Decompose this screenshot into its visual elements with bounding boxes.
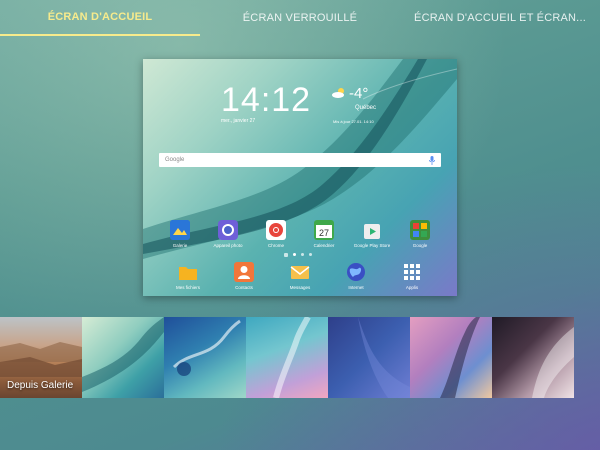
google-search-bar[interactable]: Google: [159, 153, 441, 167]
mic-icon[interactable]: [429, 155, 435, 165]
app-label: Contacts: [235, 285, 253, 290]
weather-city: Québec: [355, 105, 377, 111]
app-label: Galerie: [172, 243, 188, 248]
google-logo: Google: [165, 157, 185, 163]
contacts-icon: [234, 262, 254, 282]
apps-grid-icon: [402, 262, 422, 282]
wallpaper-thumbnail[interactable]: [82, 317, 164, 398]
app-camera[interactable]: Appareil photo: [208, 220, 248, 248]
dock-messages[interactable]: Messages: [280, 262, 320, 290]
play-store-icon: [362, 220, 382, 240]
wallpaper-thumbnail[interactable]: [492, 317, 574, 398]
wallpaper-thumbnail[interactable]: [246, 317, 328, 398]
clock-widget[interactable]: 14:12: [221, 81, 311, 120]
dock-my-files[interactable]: Mes fichiers: [168, 262, 208, 290]
globe-icon: [346, 262, 366, 282]
app-label: Applis: [405, 285, 419, 290]
camera-icon: [218, 220, 238, 240]
svg-text:27: 27: [319, 228, 329, 238]
partly-cloudy-icon: [332, 88, 344, 98]
app-gallery[interactable]: Galerie: [160, 220, 200, 248]
tab-lock-screen[interactable]: ÉCRAN VERROUILLÉ: [200, 0, 400, 36]
app-chrome[interactable]: Chrome: [256, 220, 296, 248]
wallpaper-picker-strip[interactable]: Depuis Galerie: [0, 317, 600, 398]
weather-temperature[interactable]: -4°: [349, 85, 368, 102]
google-folder-icon: [410, 220, 430, 240]
app-label: Google Play Store: [353, 243, 391, 248]
app-label: Appareil photo: [213, 243, 243, 248]
wallpaper-thumbnail[interactable]: [410, 317, 492, 398]
date-label: mer., janvier 27: [221, 118, 256, 124]
app-play-store[interactable]: Google Play Store: [352, 220, 392, 248]
app-label: Chrome: [267, 243, 284, 248]
chrome-icon: [266, 220, 286, 240]
folder-icon: [178, 262, 198, 282]
app-label: Google: [412, 243, 428, 248]
home-page-dot: [284, 253, 288, 257]
weather-updated: Mis à jour 27.01. 14:10: [333, 119, 374, 124]
tab-home-and-lock-screen[interactable]: ÉCRAN D'ACCUEIL ET ÉCRAN...: [400, 0, 600, 36]
wallpaper-from-gallery[interactable]: Depuis Galerie: [0, 317, 82, 398]
wallpaper-target-tabs: ÉCRAN D'ACCUEIL ÉCRAN VERROUILLÉ ÉCRAN D…: [0, 0, 600, 36]
app-label: Internet: [348, 285, 364, 290]
dock-internet[interactable]: Internet: [336, 262, 376, 290]
page-dot: [301, 253, 304, 256]
app-calendar[interactable]: 27 Calendrier: [304, 220, 344, 248]
home-screen-preview: 14:12 mer., janvier 27 -4° Québec Mis à …: [143, 59, 457, 296]
gallery-icon: [170, 220, 190, 240]
wallpaper-thumbnail[interactable]: [328, 317, 410, 398]
app-label: Calendrier: [313, 243, 335, 248]
dock-contacts[interactable]: Contacts: [224, 262, 264, 290]
messages-icon: [290, 262, 310, 282]
app-label: Mes fichiers: [175, 285, 200, 290]
page-indicator: [284, 253, 312, 257]
wallpaper-caption: Depuis Galerie: [7, 380, 74, 391]
page-dot: [293, 253, 296, 256]
dock-apps[interactable]: Applis: [392, 262, 432, 290]
app-label: Messages: [289, 285, 311, 290]
tab-home-screen[interactable]: ÉCRAN D'ACCUEIL: [0, 0, 200, 36]
app-google-folder[interactable]: Google: [400, 220, 440, 248]
calendar-icon: 27: [314, 220, 334, 240]
page-dot: [309, 253, 312, 256]
wallpaper-thumbnail[interactable]: [164, 317, 246, 398]
